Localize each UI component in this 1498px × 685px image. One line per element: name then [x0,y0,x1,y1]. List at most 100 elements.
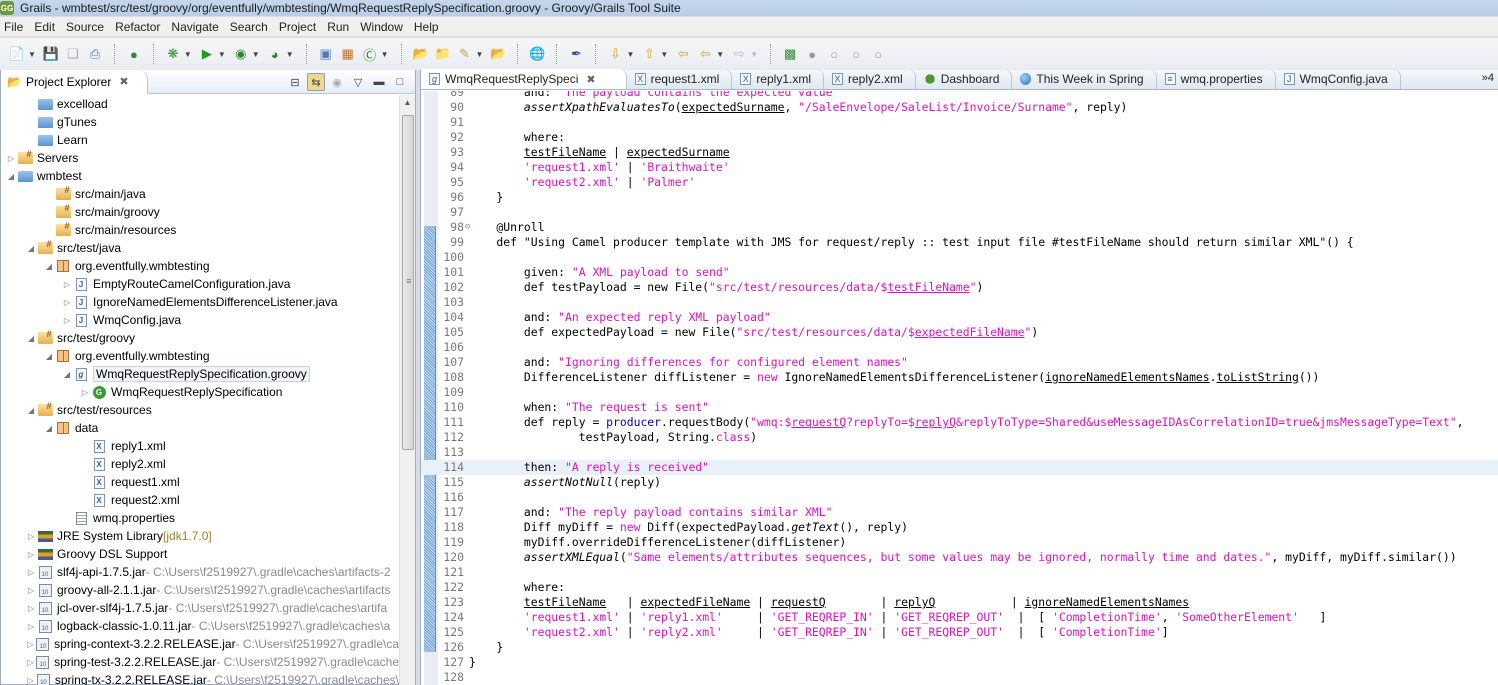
menu-window[interactable]: Window [356,20,410,34]
menu-search[interactable]: Search [226,20,275,34]
menu-edit[interactable]: Edit [30,20,62,34]
open-type-icon[interactable]: 📂 [412,45,430,63]
link-with-editor-icon[interactable]: ⇆ [307,73,325,91]
open-resource-icon[interactable]: 📁 [434,45,452,63]
code-line[interactable]: 105 def expectedPayload = new File("src/… [421,325,1498,340]
previous-annotation-icon[interactable]: ⇧ [640,45,658,63]
grails-step-icon[interactable]: ○ [825,45,843,63]
editor-tab[interactable]: Xreply2.xml [824,69,916,89]
tree-item[interactable]: ▷ 10 spring-tx-3.2.2.RELEASE.jar - C:\User… [1,671,399,685]
tree-item[interactable]: Xrequest1.xml [1,473,399,491]
tree-item[interactable]: ▷ Groovy DSL Support [1,545,399,563]
tree-item[interactable]: ▷ 10 slf4j-api-1.7.5.jar - C:\Users\f25199… [1,563,399,581]
code-area[interactable]: 89 and: "The payload contains the expect… [421,91,1498,685]
code-line[interactable]: 95 'request2.xml' | 'Palmer' [421,175,1498,190]
tree-item[interactable]: ▷ JRE System Library [jdk1.7.0] [1,527,399,545]
editor-tab[interactable]: Xrequest1.xml [627,69,733,89]
tree-item[interactable]: gTunes [1,113,399,131]
code-line[interactable]: 90 assertXpathEvaluatesTo(expectedSurnam… [421,100,1498,115]
code-line[interactable]: 124 'request1.xml' | 'reply1.xml' | 'GET… [421,610,1498,625]
grails-step-icon[interactable]: ○ [869,45,887,63]
menu-navigate[interactable]: Navigate [167,20,225,34]
code-line[interactable]: 126 } [421,640,1498,655]
tree-item[interactable]: ◢ org.eventfully.wmbtesting [1,257,399,275]
forward-arrow-icon[interactable]: ⇨ [730,45,748,63]
code-line[interactable]: 107 and: "Ignoring differences for confi… [421,355,1498,370]
editor-tab[interactable]: g WmqRequestReplySpeci ✖ [421,69,627,89]
search-icon[interactable]: ✎ [456,45,474,63]
back-arrow-icon[interactable]: ⇦ [696,45,714,63]
collapse-arrow-icon[interactable]: ◢ [43,262,55,271]
last-edit-location-icon[interactable]: ⇦ [674,45,692,63]
print-icon[interactable]: ⎙ [86,45,104,63]
code-line[interactable]: 101 given: "A XML payload to send" [421,265,1498,280]
collapse-arrow-icon[interactable]: ◢ [43,352,55,361]
new-dropdown-arrow[interactable]: ▼ [28,50,36,59]
editor-tab[interactable]: Xreply1.xml [732,69,824,89]
external-tools-icon[interactable]: ◉ [232,45,250,63]
globe-icon[interactable]: 🌐 [528,45,546,63]
code-line[interactable]: 113 [421,445,1498,460]
editor-tab[interactable]: ≡ wmq.properties [1157,69,1276,89]
editor-tab[interactable]: Dashboard [916,69,1013,89]
tab-project-explorer[interactable]: 📂 Project Explorer ✖ [1,69,148,94]
menu-help[interactable]: Help [410,20,446,34]
tree-item[interactable]: ◢ wmbtest [1,167,399,185]
expand-arrow-icon[interactable]: ▷ [25,532,37,541]
code-line[interactable]: 93 testFileName | expectedSurname [421,145,1498,160]
new-java-project-icon[interactable]: ▣ [317,45,335,63]
collapse-arrow-icon[interactable]: ◢ [5,172,17,181]
search-dropdown-arrow[interactable]: ▼ [476,50,484,59]
code-line[interactable]: 94 'request1.xml' | 'Braithwaite' [421,160,1498,175]
code-line[interactable]: 119 myDiff.overrideDifferenceListener(di… [421,535,1498,550]
close-icon[interactable]: ✖ [119,75,128,88]
expand-arrow-icon[interactable]: ▷ [79,388,91,397]
expand-arrow-icon[interactable]: ▷ [5,154,17,163]
expand-arrow-icon[interactable]: ▷ [25,604,37,613]
code-line[interactable]: 98 ⊝ @Unroll [421,220,1498,235]
run-icon[interactable]: ▶ [198,45,216,63]
view-menu-icon[interactable]: ▽ [349,73,367,91]
scrollbar-thumb[interactable]: ≡ [402,115,414,450]
grails-dropdown-arrow[interactable]: ▼ [286,50,294,59]
explorer-vertical-scrollbar[interactable]: ▲ ≡ [399,95,415,685]
minimize-icon[interactable]: ▬ [370,73,388,91]
tab-overflow-button[interactable]: »4 [1482,72,1494,84]
code-line[interactable]: 123 testFileName | expectedFileName | re… [421,595,1498,610]
forward-dropdown-arrow[interactable]: ▼ [750,50,758,59]
collapse-arrow-icon[interactable]: ◢ [25,334,37,343]
collapse-all-icon[interactable]: ⊟ [286,73,304,91]
tree-item[interactable]: ▷ Servers [1,149,399,167]
tree-item[interactable]: src/main/groovy [1,203,399,221]
debug-dropdown-arrow[interactable]: ▼ [184,50,192,59]
menu-source[interactable]: Source [62,20,111,34]
collapse-arrow-icon[interactable]: ◢ [25,244,37,253]
tree-item[interactable]: wmq.properties [1,509,399,527]
tree-item[interactable]: Xreply1.xml [1,437,399,455]
code-line[interactable]: 117 and: "The reply payload contains sim… [421,505,1498,520]
menu-refactor[interactable]: Refactor [111,20,167,34]
debug-icon[interactable]: ❋ [164,45,182,63]
code-line[interactable]: 114 then: "A reply is received" [421,460,1498,475]
tree-item[interactable]: ◢ g WmqRequestReplySpecification.groovy [1,365,399,383]
menu-run[interactable]: Run [323,20,356,34]
tree-item[interactable]: Xrequest2.xml [1,491,399,509]
code-line[interactable]: 111 def reply = producer.requestBody("wm… [421,415,1498,430]
expand-arrow-icon[interactable]: ▷ [25,550,37,559]
tree-item[interactable]: Learn [1,131,399,149]
expand-arrow-icon[interactable]: ▷ [25,586,37,595]
save-all-icon[interactable]: ❏ [64,45,82,63]
tree-item[interactable]: ◢ src/test/java [1,239,399,257]
new-package-icon[interactable]: ▦ [339,45,357,63]
tree-item[interactable]: ▷ 10 groovy-all-2.1.1.jar - C:\Users\f2519… [1,581,399,599]
editor-tab[interactable]: This Week in Spring [1012,69,1157,89]
run-dropdown-arrow[interactable]: ▼ [218,50,226,59]
code-line[interactable]: 99 def "Using Camel producer template wi… [421,235,1498,250]
code-line[interactable]: 120 assertXMLEqual("Same elements/attrib… [421,550,1498,565]
code-line[interactable]: 112 testPayload, String.class) [421,430,1498,445]
editor-tab[interactable]: J WmqConfig.java [1276,69,1401,89]
code-line[interactable]: 103 [421,295,1498,310]
spring-dashboard-icon[interactable]: ● [125,45,143,63]
collapse-arrow-icon[interactable]: ◢ [61,370,73,379]
scroll-up-arrow-icon[interactable]: ▲ [400,95,415,111]
